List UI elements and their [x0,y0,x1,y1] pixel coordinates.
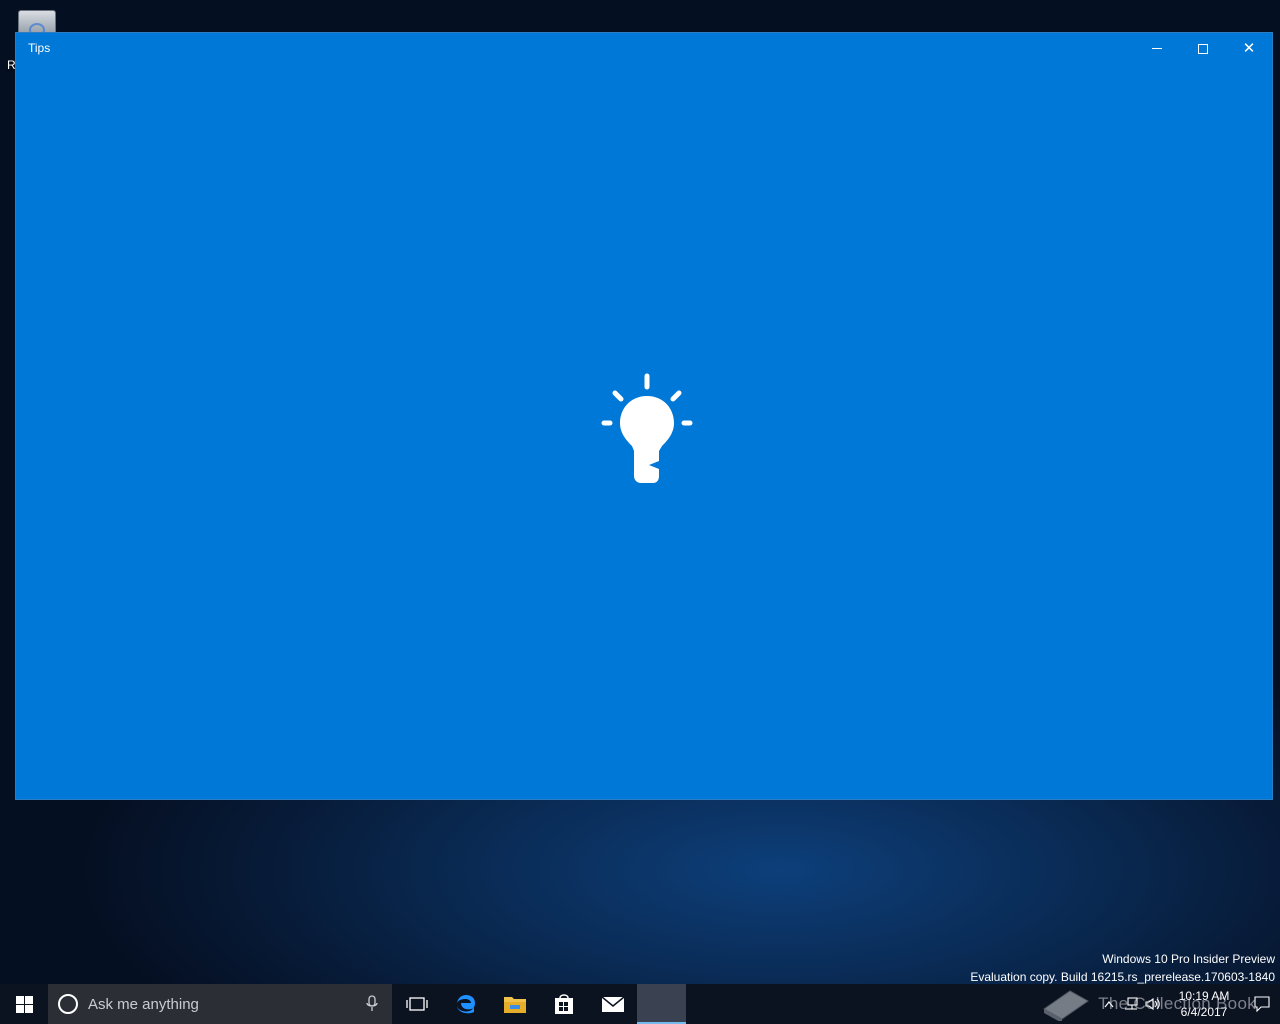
maximize-button[interactable] [1180,33,1226,64]
close-icon: ✕ [1242,39,1256,57]
taskbar-file-explorer-button[interactable] [490,984,539,1024]
system-tray: 10:19 AM 6/4/2017 [1098,984,1280,1024]
windows-logo-icon [15,995,33,1013]
task-view-button[interactable] [392,984,441,1024]
window-title: Tips [28,41,51,55]
lightbulb-icon [601,373,693,483]
recycle-bin-icon [18,10,56,37]
volume-button[interactable] [1142,984,1164,1024]
cortana-icon [58,994,78,1014]
start-button[interactable] [0,984,48,1024]
taskbar: Ask me anything 10:19 AM 6/4/2017 [0,984,1280,1024]
cortana-search-box[interactable]: Ask me anything [48,984,392,1024]
chevron-up-icon [1104,1001,1114,1008]
file-explorer-icon [503,997,526,1013]
action-center-button[interactable] [1244,984,1280,1024]
tips-app-window: Tips ✕ [15,32,1273,800]
show-hidden-icons-button[interactable] [1098,984,1120,1024]
notification-icon [1254,996,1270,1012]
taskbar-store-button[interactable] [539,984,588,1024]
store-icon [554,994,573,1014]
search-placeholder: Ask me anything [88,995,199,1013]
clock-time: 10:19 AM [1178,989,1230,1003]
maximize-icon [1198,43,1208,54]
task-view-icon [405,997,428,1011]
mail-icon [601,996,624,1012]
close-button[interactable]: ✕ [1226,33,1272,64]
taskbar-clock[interactable]: 10:19 AM 6/4/2017 [1164,988,1244,1020]
build-watermark: Windows 10 Pro Insider Preview Evaluatio… [970,950,1275,986]
minimize-icon [1152,48,1162,49]
window-titlebar[interactable]: Tips ✕ [16,33,1272,64]
clock-date: 6/4/2017 [1180,1005,1228,1019]
microphone-icon[interactable] [366,995,378,1013]
speaker-icon [1145,997,1160,1011]
taskbar-edge-button[interactable] [441,984,490,1024]
taskbar-mail-button[interactable] [588,984,637,1024]
network-icon [1125,997,1138,1010]
watermark-line-1: Windows 10 Pro Insider Preview [1102,952,1275,966]
minimize-button[interactable] [1134,33,1180,64]
taskbar-tips-button[interactable] [637,984,686,1024]
edge-icon [456,995,475,1014]
network-button[interactable] [1120,984,1142,1024]
